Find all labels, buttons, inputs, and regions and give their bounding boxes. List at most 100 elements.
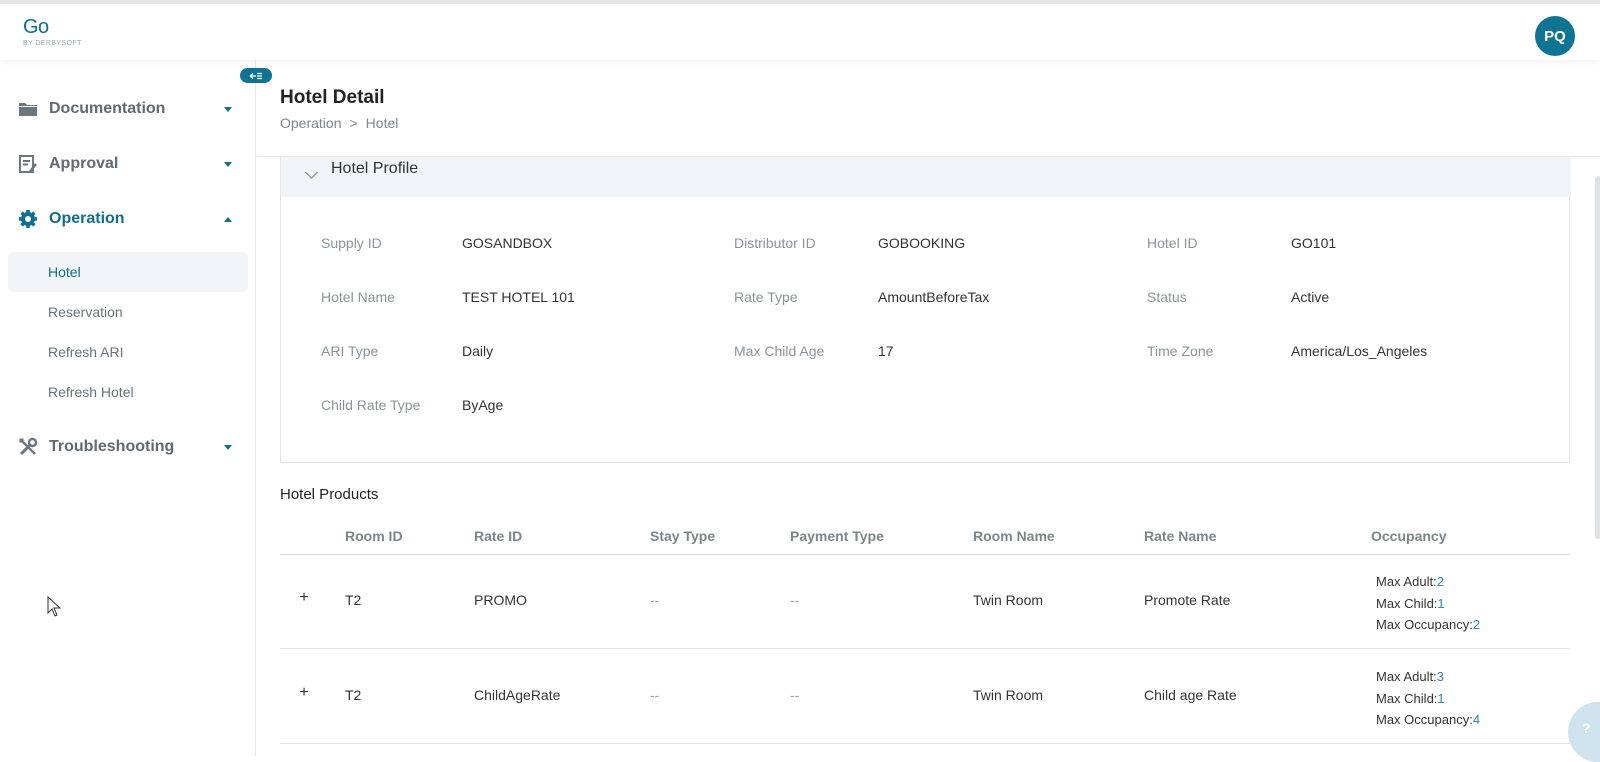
field-label: Hotel Name (321, 289, 395, 305)
cell-stay-type: -- (650, 592, 660, 608)
page-header: Hotel Detail Operation > Hotel (257, 60, 1600, 157)
field-label: Rate Type (734, 289, 798, 305)
hotel-profile-card: Hotel Profile Supply ID GOSANDBOX Distri… (280, 157, 1571, 463)
occupancy-child-value: 1 (1437, 595, 1445, 611)
app-logo[interactable]: Go BY DERBYSOFT (23, 16, 82, 47)
logo-main-text: Go (23, 16, 49, 38)
cell-rate-name: Child age Rate (1144, 687, 1237, 703)
cell-payment-type: -- (790, 592, 800, 608)
cell-occupancy: Max Adult:2 Max Child:1 Max Occupancy:2 (1376, 571, 1480, 636)
occupancy-total-label: Max Occupancy: (1376, 712, 1473, 727)
field-value: 17 (878, 343, 894, 359)
cell-occupancy: Max Adult:3 Max Child:1 Max Occupancy:4 (1376, 666, 1480, 731)
field-label: Supply ID (321, 235, 382, 251)
field-label: Status (1147, 289, 1187, 305)
field-label: ARI Type (321, 343, 379, 359)
collapse-menu-icon (249, 72, 262, 79)
sidebar-item-approval[interactable]: Approval (0, 144, 256, 184)
mouse-cursor-icon (47, 596, 61, 617)
expand-row-icon[interactable]: + (298, 590, 310, 606)
column-header-room-name[interactable]: Room Name (973, 528, 1055, 544)
caret-up-icon (224, 216, 232, 222)
field-value: GOBOOKING (878, 235, 966, 251)
logo-sub-text: BY DERBYSOFT (23, 40, 82, 47)
occupancy-total-value: 4 (1472, 712, 1481, 727)
field-value: TEST HOTEL 101 (462, 289, 575, 305)
sidebar-item-troubleshooting[interactable]: Troubleshooting (0, 427, 256, 467)
column-header-rate-name[interactable]: Rate Name (1144, 528, 1216, 544)
column-header-room-id[interactable]: Room ID (345, 528, 403, 544)
sidebar-subitem-refresh-ari[interactable]: Refresh ARI (8, 332, 248, 372)
hotel-products-title: Hotel Products (280, 486, 379, 503)
folder-icon (18, 99, 38, 119)
field-value: ByAge (462, 397, 504, 413)
user-avatar[interactable]: PQ (1535, 16, 1575, 56)
table-header: Room ID Rate ID Stay Type Payment Type R… (280, 515, 1570, 555)
field-value: America/Los_Angeles (1291, 343, 1428, 359)
field-value: Active (1291, 289, 1330, 305)
edit-document-icon (18, 154, 38, 174)
chevron-down-icon (305, 166, 318, 179)
occupancy-child-value: 1 (1437, 690, 1445, 706)
occupancy-adult-value: 3 (1436, 669, 1444, 684)
caret-down-icon (224, 106, 232, 112)
occupancy-adult-label: Max Adult: (1376, 669, 1437, 684)
caret-down-icon (224, 444, 232, 450)
breadcrumb-separator: > (349, 115, 358, 131)
column-header-rate-id[interactable]: Rate ID (474, 528, 522, 544)
occupancy-total-label: Max Occupancy: (1376, 617, 1473, 632)
field-label: Hotel ID (1147, 235, 1198, 251)
sidebar-item-label: Operation (49, 210, 125, 227)
table-row: + T2 ChildAgeRate -- -- Twin Room Child … (280, 650, 1570, 744)
sidebar-subitem-label: Hotel (48, 264, 81, 280)
sidebar-subitem-label: Reservation (48, 304, 123, 320)
occupancy-child-label: Max Child: (1376, 595, 1438, 611)
occupancy-adult-label: Max Adult: (1376, 574, 1437, 589)
occupancy-child-label: Max Child: (1376, 690, 1438, 706)
cell-stay-type: -- (650, 687, 660, 703)
cell-rate-name: Promote Rate (1144, 592, 1231, 608)
field-value: GO101 (1291, 235, 1337, 251)
caret-down-icon (224, 161, 232, 167)
field-label: Distributor ID (734, 235, 816, 251)
breadcrumb: Operation > Hotel (280, 115, 398, 131)
cell-room-id: T2 (345, 592, 362, 608)
cell-payment-type: -- (790, 687, 800, 703)
cell-rate-id: ChildAgeRate (474, 687, 561, 703)
expand-row-icon[interactable]: + (298, 685, 310, 701)
scrollbar-thumb[interactable] (1595, 176, 1600, 539)
column-header-occupancy[interactable]: Occupancy (1371, 528, 1446, 544)
sidebar-item-documentation[interactable]: Documentation (0, 89, 256, 129)
sidebar-item-operation[interactable]: Operation (0, 199, 256, 239)
sidebar-item-label: Documentation (49, 100, 166, 117)
sidebar-subitem-label: Refresh Hotel (48, 384, 134, 400)
sidebar-subitem-reservation[interactable]: Reservation (8, 292, 248, 332)
occupancy-adult-value: 2 (1436, 574, 1444, 589)
field-label: Child Rate Type (321, 397, 421, 413)
sidebar-item-label: Approval (49, 155, 119, 172)
breadcrumb-hotel: Hotel (365, 115, 399, 131)
field-label: Max Child Age (734, 343, 825, 359)
page-title: Hotel Detail (280, 87, 385, 108)
main-content: Hotel Profile Supply ID GOSANDBOX Distri… (257, 157, 1600, 756)
sidebar-subitem-refresh-hotel[interactable]: Refresh Hotel (8, 372, 248, 412)
occupancy-total-value: 2 (1472, 617, 1481, 632)
tools-icon (18, 437, 38, 457)
cell-rate-id: PROMO (474, 592, 527, 608)
sidebar-collapse-button[interactable] (240, 68, 272, 83)
hotel-profile-title: Hotel Profile (331, 160, 419, 177)
gear-icon (18, 209, 38, 229)
column-header-payment-type[interactable]: Payment Type (790, 528, 884, 544)
top-header: Go BY DERBYSOFT PQ (0, 0, 1600, 60)
column-header-stay-type[interactable]: Stay Type (650, 528, 715, 544)
field-value: AmountBeforeTax (878, 289, 990, 305)
table-row: + T2 PROMO -- -- Twin Room Promote Rate … (280, 555, 1570, 649)
sidebar-subitem-hotel[interactable]: Hotel (8, 252, 248, 292)
sidebar-item-label: Troubleshooting (49, 438, 175, 455)
field-value: Daily (462, 343, 494, 359)
cell-room-id: T2 (345, 687, 362, 703)
breadcrumb-operation[interactable]: Operation (280, 115, 341, 131)
hotel-profile-header[interactable]: Hotel Profile (281, 157, 1571, 197)
field-value: GOSANDBOX (462, 235, 553, 251)
cell-room-name: Twin Room (973, 687, 1044, 703)
